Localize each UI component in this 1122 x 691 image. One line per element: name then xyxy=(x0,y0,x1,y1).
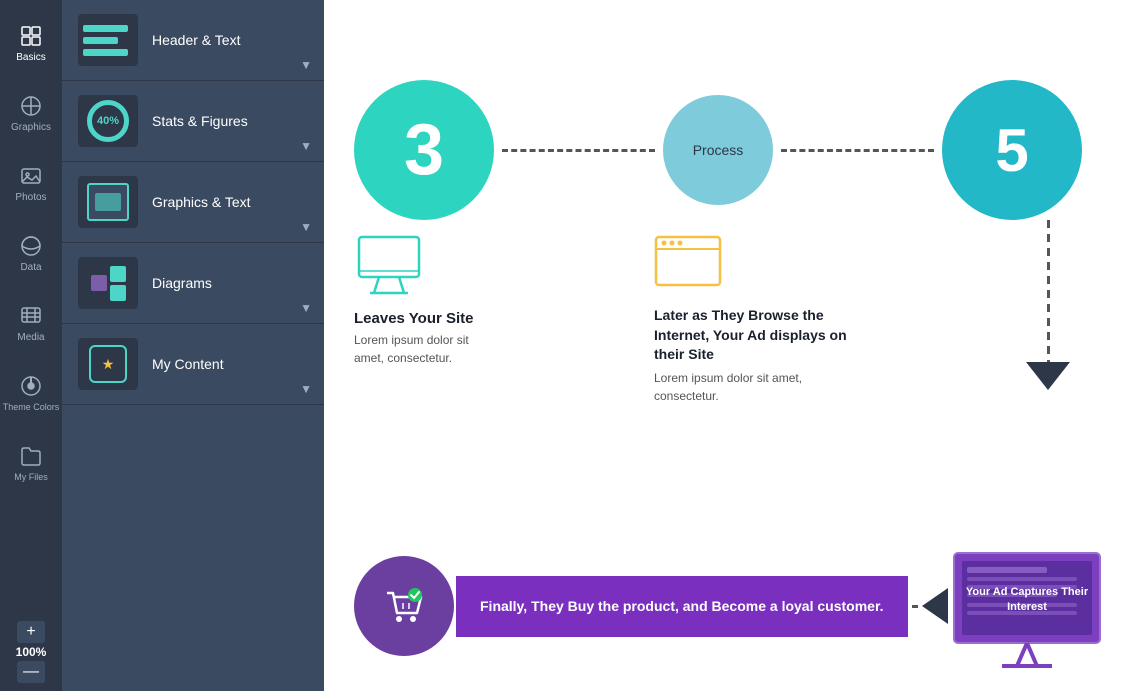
ad-monitor-container: Your Ad Captures Their Interest xyxy=(952,551,1102,661)
panel-item-header-text[interactable]: Header & Text ▼ xyxy=(62,0,324,81)
cta-row: Finally, They Buy the product, and Becom… xyxy=(354,551,1102,661)
panel-sidebar: Header & Text ▼ 40% Stats & Figures ▼ Gr… xyxy=(62,0,324,691)
sidebar-item-data[interactable]: Data xyxy=(0,218,62,288)
diagrams-thumb-inner xyxy=(91,266,126,301)
dashed-line-vertical xyxy=(1047,220,1050,365)
diag-sq-1 xyxy=(91,275,107,291)
card1-title: Leaves Your Site xyxy=(354,310,484,327)
cart-icon xyxy=(379,581,429,631)
arrow-left-icon xyxy=(922,588,948,624)
panel-item-diagrams[interactable]: Diagrams ▼ xyxy=(62,243,324,324)
panel-thumb-mycontent: ★ xyxy=(78,338,138,390)
panel-thumb-header xyxy=(78,14,138,66)
step-circle-3: 3 xyxy=(354,80,494,220)
sidebar-item-photos[interactable]: Photos xyxy=(0,148,62,218)
chevron-icon-header: ▼ xyxy=(300,58,312,72)
sidebar-item-basics[interactable]: Basics xyxy=(0,8,62,78)
chevron-icon-stats: ▼ xyxy=(300,139,312,153)
card2-title: Later as They Browse the Internet, Your … xyxy=(654,306,874,365)
card1-body: Lorem ipsum dolor sit amet, consectetur. xyxy=(354,331,484,367)
panel-label-header-text: Header & Text xyxy=(152,32,240,48)
top-circles-row: 3 Process 5 xyxy=(354,80,1082,220)
card-browse-internet: Later as They Browse the Internet, Your … xyxy=(654,235,874,405)
panel-label-graphics-text: Graphics & Text xyxy=(152,194,251,210)
graphic-thumb-box xyxy=(87,183,129,221)
graphic-thumb-inner xyxy=(95,193,121,211)
cta-badge: Finally, They Buy the product, and Becom… xyxy=(456,576,908,637)
card2-text: Later as They Browse the Internet, Your … xyxy=(654,306,874,405)
thumb-bar-3 xyxy=(83,49,128,56)
zoom-level: 100% xyxy=(16,645,47,659)
panel-item-mycontent[interactable]: ★ My Content ▼ xyxy=(62,324,324,405)
diag-sq-3 xyxy=(110,285,126,301)
dashed-line-1 xyxy=(502,149,655,152)
cta-circle xyxy=(354,556,454,656)
panel-thumb-graphic xyxy=(78,176,138,228)
ad-captures-monitor: Your Ad Captures Their Interest xyxy=(952,551,1102,661)
zoom-out-button[interactable]: — xyxy=(17,661,45,683)
chevron-icon-graphics: ▼ xyxy=(300,220,312,234)
panel-label-stats: Stats & Figures xyxy=(152,113,248,129)
arrow-down-icon xyxy=(1026,362,1070,390)
card1-text: Leaves Your Site Lorem ipsum dolor sit a… xyxy=(354,310,484,367)
diag-sq-2 xyxy=(110,266,126,282)
card2-body: Lorem ipsum dolor sit amet, consectetur. xyxy=(654,369,834,405)
sidebar-item-myfiles[interactable]: My Files xyxy=(0,428,62,498)
zoom-in-button[interactable]: + xyxy=(17,621,45,643)
star-icon: ★ xyxy=(102,356,115,373)
step-circle-process: Process xyxy=(663,95,773,205)
panel-item-stats[interactable]: 40% Stats & Figures ▼ xyxy=(62,81,324,162)
ad-text-overlay: Your Ad Captures Their Interest xyxy=(960,559,1094,641)
mycontent-thumb-box: ★ xyxy=(89,345,127,383)
chevron-icon-mycontent: ▼ xyxy=(300,382,312,396)
main-canvas[interactable]: 3 Process 5 xyxy=(324,0,1122,691)
monitor-icon-teal xyxy=(354,235,424,297)
sidebar-item-media[interactable]: Media xyxy=(0,288,62,358)
zoom-controls-container: + 100% — xyxy=(16,621,47,691)
sidebar-item-themecolors[interactable]: Theme Colors xyxy=(0,358,62,428)
dashed-line-2 xyxy=(781,149,934,152)
icon-sidebar: Basics Graphics Photos Data Media xyxy=(0,0,62,691)
thumb-bar-1 xyxy=(83,25,128,32)
panel-thumb-stats: 40% xyxy=(78,95,138,147)
panel-label-diagrams: Diagrams xyxy=(152,275,212,291)
card-leaves-your-site: Leaves Your Site Lorem ipsum dolor sit a… xyxy=(354,235,484,367)
dashed-line-cta xyxy=(912,605,918,608)
infographic-container: 3 Process 5 xyxy=(354,80,1102,671)
panel-item-graphics-text[interactable]: Graphics & Text ▼ xyxy=(62,162,324,243)
browser-icon-gold xyxy=(654,235,722,293)
sidebar-item-graphics[interactable]: Graphics xyxy=(0,78,62,148)
chevron-icon-diagrams: ▼ xyxy=(300,301,312,315)
panel-thumb-diagrams xyxy=(78,257,138,309)
panel-label-mycontent: My Content xyxy=(152,356,224,372)
step-circle-5: 5 xyxy=(942,80,1082,220)
ad-captures-text: Your Ad Captures Their Interest xyxy=(960,585,1094,616)
thumb-bar-2 xyxy=(83,37,118,44)
stats-percent: 40% xyxy=(87,100,129,142)
